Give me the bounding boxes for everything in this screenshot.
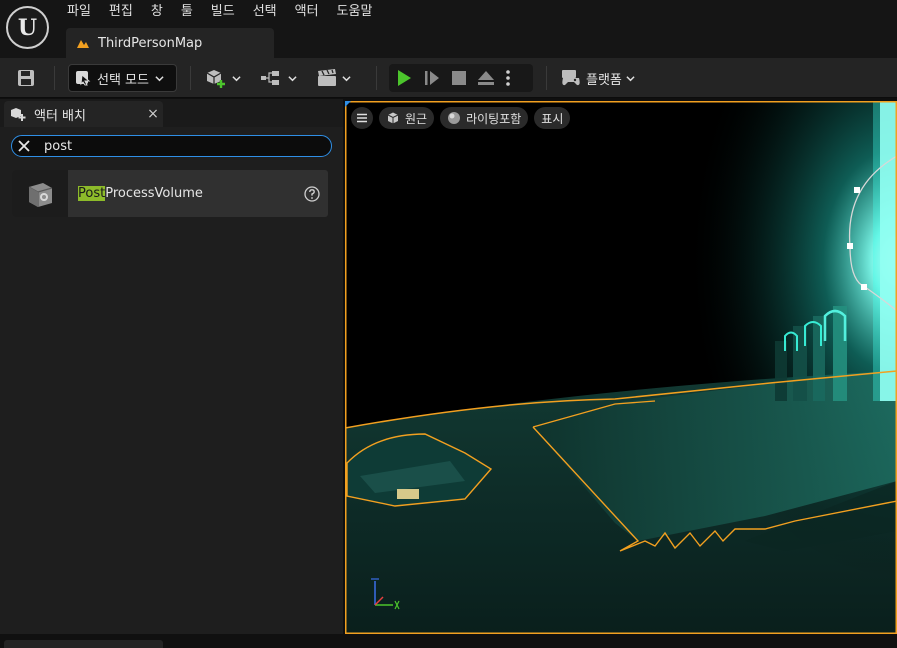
perspective-cube-icon <box>387 112 399 124</box>
menu-bar: U 파일 편집 창 툴 빌드 선택 액터 도움말 ThirdPersonMap <box>0 0 897 58</box>
chevron-down-icon <box>155 75 164 81</box>
add-actor-button[interactable] <box>204 64 248 92</box>
menu-file[interactable]: 파일 <box>58 2 100 22</box>
lit-sphere-icon <box>448 112 461 124</box>
close-icon[interactable]: × <box>143 106 163 122</box>
place-actors-tab[interactable]: 액터 배치 × <box>4 101 163 127</box>
stop-icon[interactable] <box>451 70 467 86</box>
main-toolbar: 선택 모드 플랫폼 <box>0 58 897 98</box>
perspective-button[interactable]: 원근 <box>379 107 435 129</box>
blueprint-button[interactable] <box>260 64 304 92</box>
place-actors-panel: 액터 배치 × PostProcessVolume <box>0 99 343 634</box>
hamburger-menu-icon <box>357 113 367 123</box>
toolbar-divider <box>546 66 547 90</box>
menu-edit[interactable]: 편집 <box>100 2 142 22</box>
help-icon[interactable] <box>304 185 320 202</box>
advance-frame-icon[interactable] <box>423 69 441 87</box>
bottom-panel-tab[interactable] <box>4 640 163 648</box>
toolbar-divider <box>54 66 55 90</box>
cinematics-button[interactable] <box>316 64 360 92</box>
viewport-toolbar: 원근 라이팅포함 표시 <box>351 107 571 129</box>
result-name: PostProcessVolume <box>78 186 304 201</box>
add-actor-icon <box>206 70 225 88</box>
search-field[interactable] <box>11 135 332 157</box>
play-controls <box>389 64 533 92</box>
select-mode-dropdown[interactable]: 선택 모드 <box>68 64 177 92</box>
perspective-label: 원근 <box>405 111 428 126</box>
select-mode-label: 선택 모드 <box>97 72 149 88</box>
menu-window[interactable]: 창 <box>142 2 172 22</box>
unreal-logo-icon[interactable]: U <box>6 6 49 49</box>
clear-search-icon[interactable] <box>18 140 30 152</box>
play-icon[interactable] <box>395 69 413 87</box>
main-menu: 파일 편집 창 툴 빌드 선택 액터 도움말 <box>58 2 381 22</box>
platforms-label: 플랫폼 <box>586 72 622 88</box>
show-flags-label: 표시 <box>541 111 564 126</box>
volume-cube-icon <box>28 182 53 207</box>
toolbar-divider <box>376 66 377 90</box>
search-match-highlight: Post <box>78 186 106 201</box>
list-item-post-process-volume[interactable]: PostProcessVolume <box>12 170 328 217</box>
save-button[interactable] <box>12 64 40 92</box>
chevron-down-icon <box>342 75 351 81</box>
show-flags-button[interactable]: 표시 <box>534 107 571 129</box>
search-input[interactable] <box>44 138 304 154</box>
select-mode-icon <box>76 71 91 86</box>
place-actors-body: PostProcessVolume <box>0 127 343 634</box>
save-icon <box>18 70 34 86</box>
clapperboard-icon <box>318 69 336 86</box>
menu-build[interactable]: 빌드 <box>202 2 244 22</box>
lighting-mode-label: 라이팅포함 <box>466 111 522 126</box>
chevron-down-icon <box>232 75 241 81</box>
place-actors-tab-label: 액터 배치 <box>34 108 86 124</box>
gamepad-icon <box>562 70 580 86</box>
chevron-down-icon <box>288 75 297 81</box>
menu-select[interactable]: 선택 <box>244 2 286 22</box>
post-process-volume-thumbnail <box>12 170 68 217</box>
level-viewport[interactable]: 원근 라이팅포함 표시 <box>345 101 897 634</box>
platforms-button[interactable]: 플랫폼 <box>560 64 640 92</box>
menu-help[interactable]: 도움말 <box>328 2 382 22</box>
blueprint-icon <box>261 71 279 85</box>
place-actors-icon <box>11 108 26 121</box>
result-name-rest: ProcessVolume <box>105 186 203 201</box>
level-icon <box>77 40 89 48</box>
eject-icon[interactable] <box>477 70 495 86</box>
viewport-scene <box>345 101 897 634</box>
map-tab[interactable]: ThirdPersonMap <box>66 28 274 58</box>
menu-tools[interactable]: 툴 <box>172 2 202 22</box>
more-options-icon[interactable] <box>505 69 511 87</box>
chevron-down-icon <box>626 75 635 81</box>
menu-actor[interactable]: 액터 <box>286 2 328 22</box>
lighting-mode-button[interactable]: 라이팅포함 <box>440 107 529 129</box>
map-tab-label: ThirdPersonMap <box>98 35 203 51</box>
toolbar-divider <box>190 66 191 90</box>
viewport-options-button[interactable] <box>351 107 373 129</box>
